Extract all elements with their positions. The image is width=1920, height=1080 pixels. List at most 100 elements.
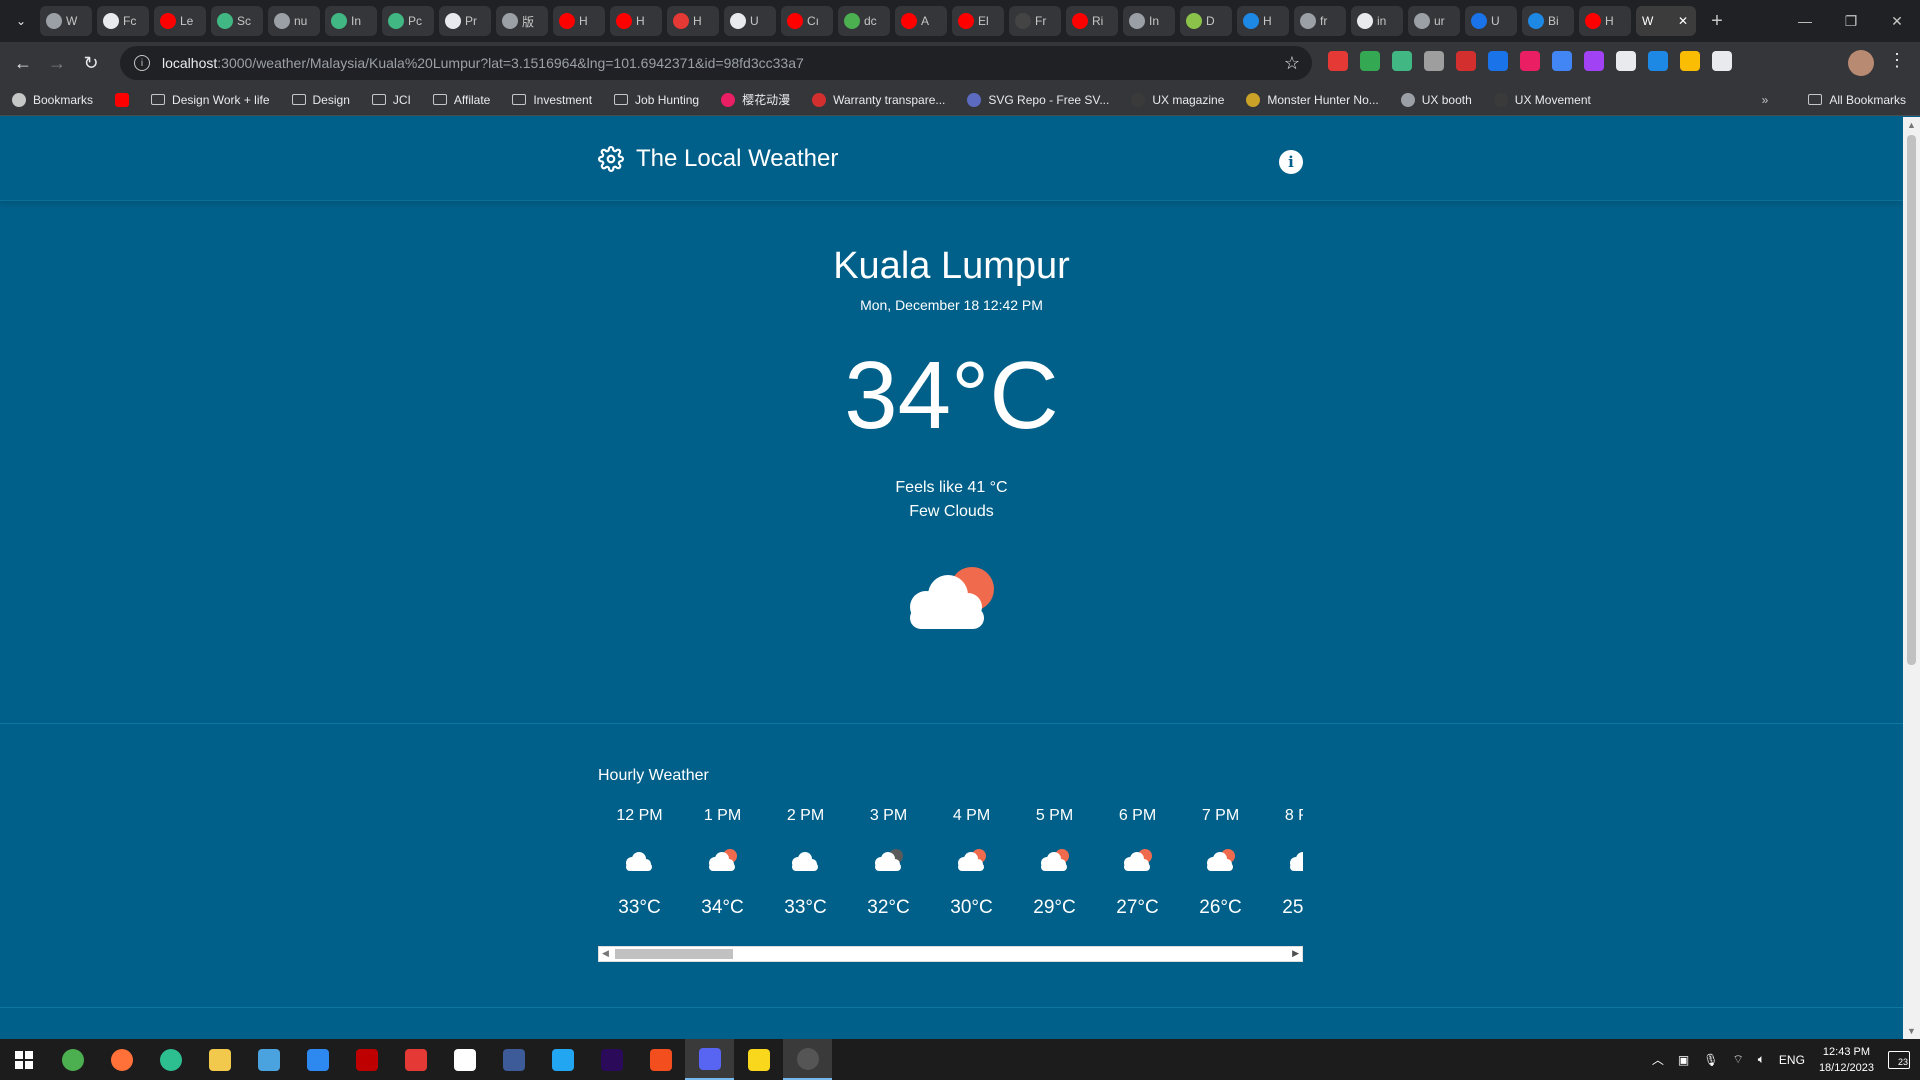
bookmark-item[interactable]: JCI (371, 93, 411, 107)
browser-tab[interactable]: ur (1408, 6, 1460, 36)
browser-tab[interactable]: dc (838, 6, 890, 36)
taskbar-sticky-notes-icon[interactable] (734, 1039, 783, 1080)
bookmark-star-icon[interactable]: ☆ (1284, 53, 1300, 74)
extension-icon[interactable] (1392, 51, 1412, 71)
taskbar-discord-search-icon[interactable] (685, 1039, 734, 1080)
hourly-scrollbar[interactable]: ◀ ▶ (598, 946, 1303, 962)
extension-icon[interactable] (1648, 51, 1668, 71)
bookmark-item[interactable]: UX booth (1400, 92, 1472, 107)
browser-tab[interactable]: Pr (439, 6, 491, 36)
browser-tab[interactable]: In (1123, 6, 1175, 36)
extension-icon[interactable] (1424, 51, 1444, 71)
browser-tab[interactable]: H (610, 6, 662, 36)
bookmark-item[interactable]: 樱花动漫 (721, 91, 790, 108)
bookmark-item[interactable]: Warranty transpare... (812, 92, 945, 107)
extension-icon[interactable] (1712, 51, 1732, 71)
address-bar[interactable]: i localhost:3000/weather/Malaysia/Kuala%… (120, 46, 1312, 80)
browser-tab[interactable]: U (1465, 6, 1517, 36)
browser-tab-active[interactable]: W ✕ (1636, 6, 1696, 36)
browser-tab[interactable]: Pc (382, 6, 434, 36)
notifications-icon[interactable]: 23 (1888, 1050, 1910, 1069)
bookmark-item[interactable]: UX Movement (1493, 92, 1591, 107)
taskbar-file-explorer-icon[interactable] (195, 1039, 244, 1080)
browser-tab[interactable]: W (40, 6, 92, 36)
bookmark-item[interactable]: Monster Hunter No... (1246, 92, 1379, 107)
microphone-icon[interactable]: 🎙︎ (1703, 1053, 1718, 1067)
browser-tab[interactable]: fr (1294, 6, 1346, 36)
site-info-icon[interactable]: i (134, 55, 150, 71)
taskbar-app-blue-icon[interactable] (489, 1039, 538, 1080)
extension-icon[interactable] (1488, 51, 1508, 71)
browser-tab[interactable]: A (895, 6, 947, 36)
taskbar-store-icon[interactable] (244, 1039, 293, 1080)
close-window-icon[interactable]: ✕ (1874, 0, 1920, 42)
browser-menu-icon[interactable]: ⋮ (1888, 50, 1906, 71)
bookmark-item[interactable]: SVG Repo - Free SV... (967, 92, 1109, 107)
browser-tab[interactable]: Fc (97, 6, 149, 36)
close-tab-icon[interactable]: ✕ (1678, 14, 1688, 28)
browser-tab[interactable]: D (1180, 6, 1232, 36)
all-bookmarks-button[interactable]: All Bookmarks (1808, 93, 1906, 107)
browser-tab[interactable]: Cı (781, 6, 833, 36)
taskbar-filezilla-icon[interactable] (342, 1039, 391, 1080)
browser-tab[interactable]: El (952, 6, 1004, 36)
back-icon[interactable]: ← (6, 46, 40, 80)
profile-avatar[interactable] (1848, 50, 1874, 76)
wifi-icon[interactable]: ⌔ (1732, 1052, 1743, 1067)
browser-tab[interactable]: H (667, 6, 719, 36)
volume-icon[interactable]: 🔈︎ (1758, 1052, 1765, 1067)
extension-icon[interactable] (1456, 51, 1476, 71)
page-scroll-thumb[interactable] (1907, 135, 1916, 665)
browser-tab[interactable]: nu (268, 6, 320, 36)
taskbar-obs-icon[interactable] (783, 1039, 832, 1080)
browser-tab[interactable]: U (724, 6, 776, 36)
taskbar-chrome-icon[interactable] (48, 1039, 97, 1080)
tray-overflow-icon[interactable]: ︿ (1652, 1051, 1664, 1068)
browser-tab[interactable]: Le (154, 6, 206, 36)
hourly-scroll-thumb[interactable] (615, 949, 733, 959)
bookmark-item[interactable]: UX magazine (1131, 92, 1224, 107)
browser-tab[interactable]: H (1579, 6, 1631, 36)
bookmark-item[interactable]: Bookmarks (12, 92, 93, 107)
extension-icon[interactable] (1584, 51, 1604, 71)
language-indicator[interactable]: ENG (1779, 1053, 1805, 1067)
scroll-right-icon[interactable]: ▶ (1292, 948, 1299, 959)
extension-icon[interactable] (1552, 51, 1572, 71)
taskbar-mail-icon[interactable] (293, 1039, 342, 1080)
new-tab-button[interactable]: + (1703, 7, 1731, 35)
meet-icon[interactable]: ▣ (1678, 1053, 1689, 1067)
more-bookmarks-icon[interactable]: » (1762, 93, 1769, 107)
restore-icon[interactable]: ❐ (1828, 0, 1874, 42)
hourly-list[interactable]: 12 PM 33°C 1 PM 34°C 2 PM 33°C 3 PM 32°C 4 PM 30°… (598, 807, 1303, 937)
browser-tab[interactable]: 版 (496, 6, 548, 36)
forward-icon[interactable]: → (40, 46, 74, 80)
bookmark-item[interactable] (115, 92, 130, 107)
taskbar-firefox-icon[interactable] (97, 1039, 146, 1080)
bookmark-item[interactable]: Job Hunting (614, 93, 699, 107)
windows-start-icon[interactable] (0, 1039, 48, 1080)
taskbar-app-red-icon[interactable] (391, 1039, 440, 1080)
taskbar-figma-icon[interactable] (636, 1039, 685, 1080)
scroll-down-icon[interactable]: ▼ (1907, 1026, 1916, 1036)
tab-search-button[interactable]: ⌄ (6, 7, 36, 35)
scroll-left-icon[interactable]: ◀ (602, 948, 609, 959)
browser-tab[interactable]: H (1237, 6, 1289, 36)
browser-tab[interactable]: Bi (1522, 6, 1574, 36)
browser-tab[interactable]: Sc (211, 6, 263, 36)
extension-icon[interactable] (1616, 51, 1636, 71)
bookmark-item[interactable]: Design Work + life (151, 93, 270, 107)
bookmark-item[interactable]: Design (291, 93, 350, 107)
browser-tab[interactable]: in (1351, 6, 1403, 36)
page-scrollbar[interactable]: ▲ ▼ (1903, 117, 1920, 1039)
taskbar-premiere-icon[interactable] (587, 1039, 636, 1080)
browser-tab[interactable]: Ri (1066, 6, 1118, 36)
scroll-up-icon[interactable]: ▲ (1907, 120, 1916, 130)
taskbar-vscode-icon[interactable] (538, 1039, 587, 1080)
bookmark-item[interactable]: Affilate (432, 93, 490, 107)
extension-icon[interactable] (1680, 51, 1700, 71)
taskbar-tradingview-icon[interactable] (440, 1039, 489, 1080)
reload-icon[interactable]: ↻ (74, 46, 108, 80)
browser-tab[interactable]: In (325, 6, 377, 36)
info-icon[interactable]: i (1279, 150, 1303, 174)
browser-tab[interactable]: Fr (1009, 6, 1061, 36)
